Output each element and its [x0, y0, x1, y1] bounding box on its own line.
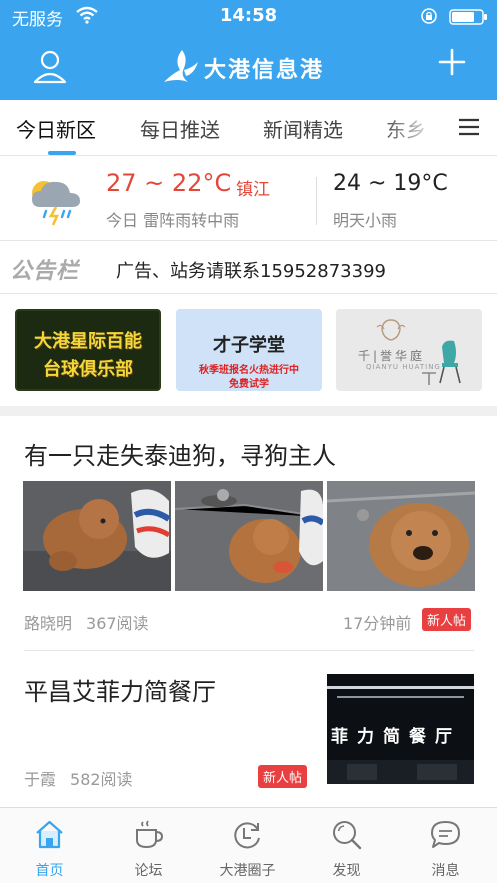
section-gap — [0, 406, 497, 416]
nav-forum[interactable]: 论坛 — [99, 808, 198, 883]
weather-panel[interactable]: 27 ~ 22°C 镇江 今日 雷阵雨转中雨 24 ~ 19°C 明天小雨 — [0, 157, 497, 241]
bottom-navigation: 首页 论坛 大港圈子 发现 消息 — [0, 807, 497, 883]
nav-label: 大港圈子 — [219, 863, 276, 879]
battery-icon — [449, 9, 487, 25]
dog-photo-3[interactable] — [327, 481, 475, 591]
tab-news-picks[interactable]: 新闻精选 — [263, 114, 343, 143]
post-read-count: 367阅读 — [86, 614, 149, 633]
nav-label: 发现 — [332, 863, 361, 879]
rotation-lock-icon — [421, 8, 437, 24]
notice-text: 广告、站务请联系15952873399 — [116, 261, 386, 282]
banner-billiards-line1: 大港星际百能 — [34, 331, 142, 352]
banner-tutoring-line2: 免费试学 — [229, 379, 269, 390]
top-bar: 无服务 14:58 大港信息港 — [0, 0, 497, 100]
new-user-badge: 新人帖 — [258, 765, 308, 788]
nav-label: 消息 — [431, 863, 460, 879]
post-title[interactable]: 平昌艾菲力简餐厅 — [24, 672, 216, 707]
tomorrow-weather-desc: 明天小雨 — [333, 211, 398, 230]
post-title[interactable]: 有一只走失泰迪狗，寻狗主人 — [24, 436, 336, 471]
search-icon — [333, 821, 362, 850]
post-author[interactable]: 于霞 — [24, 770, 56, 789]
dog-photo-1[interactable] — [23, 481, 171, 591]
crest-icon — [376, 319, 406, 341]
banner-billiards-line2: 台球俱乐部 — [43, 359, 133, 380]
user-profile-icon[interactable] — [32, 48, 68, 84]
post-meta: 路晓明 367阅读 — [24, 610, 149, 634]
chat-bubble-icon — [431, 821, 460, 848]
banner-tutoring-logo: 才子学堂 — [213, 335, 285, 356]
restaurant-sign: 菲力简餐厅 — [331, 727, 461, 747]
active-tab-indicator — [48, 151, 76, 155]
nav-messages[interactable]: 消息 — [396, 808, 495, 883]
thunderstorm-icon — [32, 181, 80, 226]
tab-daily-push[interactable]: 每日推送 — [140, 114, 220, 143]
nav-dagang-circle[interactable]: 大港圈子 — [198, 808, 297, 883]
tab-today-new-area[interactable]: 今日新区 — [16, 114, 96, 143]
category-tabs: 今日新区 每日推送 新闻精选 东乡 — [0, 100, 497, 156]
app-title: 大港信息港 — [204, 58, 325, 83]
weather-divider — [316, 177, 317, 225]
nav-discover[interactable]: 发现 — [297, 808, 396, 883]
banner-estate-brand: 千|誉华庭 — [358, 349, 426, 363]
tabs-fade — [380, 100, 440, 155]
post-time: 17分钟前 — [343, 614, 412, 633]
app-header: 大港信息港 — [0, 34, 497, 100]
home-icon — [36, 820, 63, 849]
post-read-count: 582阅读 — [70, 770, 133, 789]
banner-tutoring-line1: 秋季班报名火热进行中 — [199, 365, 299, 376]
banner-tutoring-school[interactable]: 才子学堂 秋季班报名火热进行中 免费试学 — [176, 309, 322, 391]
city-name[interactable]: 镇江 — [236, 175, 270, 200]
nav-label: 论坛 — [134, 863, 163, 879]
add-icon[interactable] — [438, 48, 466, 76]
circle-refresh-icon — [234, 822, 260, 849]
post-meta: 于霞 582阅读 — [24, 766, 133, 790]
chair-icon — [422, 340, 461, 385]
new-user-badge: 新人帖 — [422, 608, 472, 631]
app-logo-icon — [164, 50, 198, 82]
nav-home[interactable]: 首页 — [0, 808, 99, 883]
notice-badge: 公告栏 — [10, 259, 80, 284]
notice-bar[interactable]: 公告栏 广告、站务请联系15952873399 — [0, 242, 497, 294]
banner-real-estate[interactable]: 千|誉华庭 QIANYU HUATING — [336, 309, 482, 391]
dog-photo-2[interactable] — [175, 481, 323, 591]
banner-billiards-club[interactable]: 大港星际百能 台球俱乐部 — [15, 309, 161, 391]
status-bar: 无服务 14:58 — [0, 0, 497, 34]
post-separator — [24, 650, 474, 651]
tomorrow-temperature: 24 ~ 19°C — [333, 171, 448, 196]
today-temperature: 27 ~ 22°C — [106, 169, 232, 197]
post-author[interactable]: 路晓明 — [24, 614, 72, 633]
menu-icon[interactable] — [458, 118, 480, 136]
today-weather-desc: 今日 雷阵雨转中雨 — [106, 211, 240, 230]
nav-label: 首页 — [35, 863, 64, 879]
restaurant-photo[interactable]: 菲力简餐厅 — [327, 674, 474, 784]
coffee-cup-icon — [136, 820, 164, 849]
